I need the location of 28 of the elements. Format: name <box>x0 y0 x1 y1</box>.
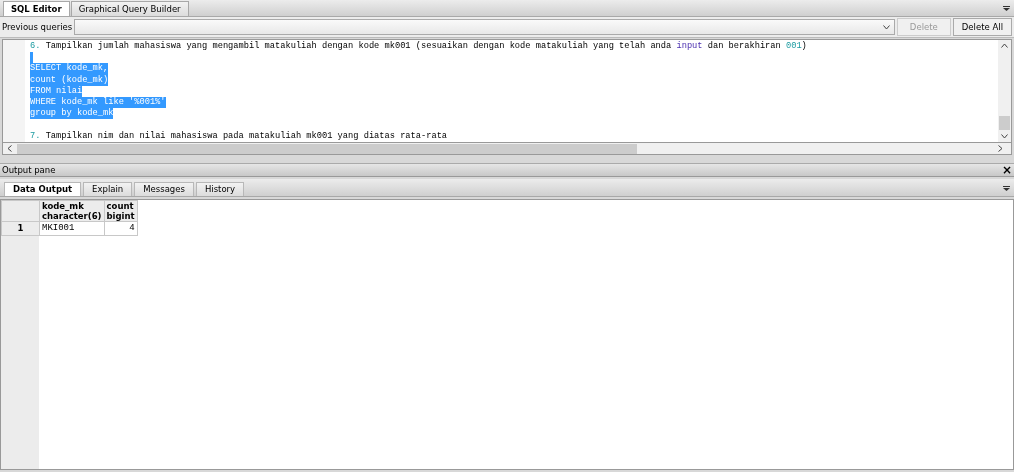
vertical-scrollbar[interactable] <box>998 40 1011 142</box>
output-tab[interactable]: History <box>195 182 245 196</box>
code-line: 6. Tampilkan jumlah mahasiswa yang mengambil matakuliah dengan kode mk001 (sesuaikan dengan kode matakuliah yang telah anda input dan berakhiran 001) <box>30 41 807 53</box>
previous-queries-label: Previous queries <box>2 20 73 34</box>
column-header[interactable]: count bigint <box>104 200 138 222</box>
scrollbar-thumb[interactable] <box>999 116 1010 130</box>
editor-tab[interactable]: Graphical Query Builder <box>70 1 189 16</box>
chevron-right-icon[interactable] <box>998 145 1003 152</box>
table-cell: 4 <box>104 221 138 236</box>
output-tab[interactable]: Explain <box>83 182 133 196</box>
code-line: 7. Tampilkan nim dan nilai mahasiswa pada matakuliah mk001 yang diatas rata-rata <box>30 130 448 142</box>
chevron-left-icon[interactable] <box>7 145 12 152</box>
chevron-down-icon <box>882 24 890 30</box>
dropdown-arrow-icon[interactable] <box>1003 6 1010 11</box>
chevron-down-icon[interactable] <box>1001 134 1008 139</box>
output-tab[interactable]: Messages <box>134 182 194 196</box>
horizontal-scrollbar[interactable] <box>2 143 1012 155</box>
table-cell: MKI001 <box>39 221 104 236</box>
dropdown-arrow-icon[interactable] <box>1003 186 1010 191</box>
editor-tab[interactable]: SQL Editor <box>3 1 70 16</box>
close-button[interactable]: × <box>1001 164 1012 176</box>
delete-all-button[interactable]: Delete All <box>952 18 1012 36</box>
column-header[interactable]: kode_mk character(6) <box>39 200 104 222</box>
output-tab[interactable]: Data Output <box>4 182 82 196</box>
pane-title: Output pane <box>2 163 56 177</box>
scrollbar-thumb[interactable] <box>17 143 637 154</box>
chevron-up-icon[interactable] <box>1001 43 1008 48</box>
row-header-corner <box>1 200 40 222</box>
